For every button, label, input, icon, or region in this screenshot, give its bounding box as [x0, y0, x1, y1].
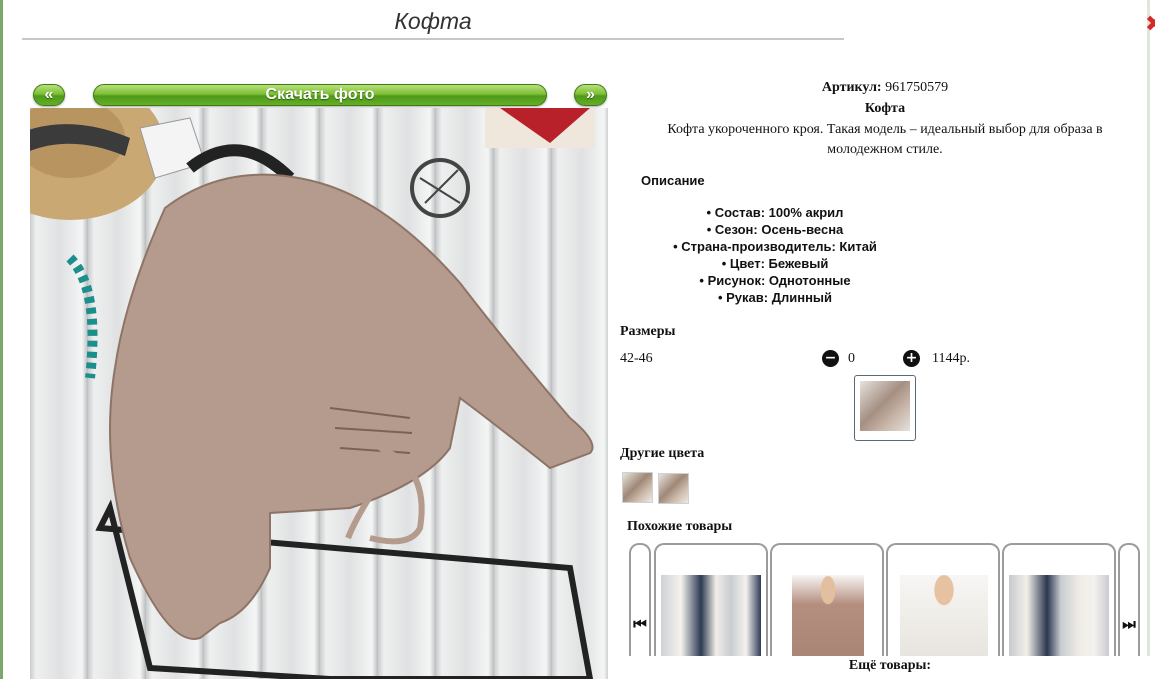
prev-photo-button[interactable]: «	[33, 84, 65, 106]
other-colors-heading: Другие цвета	[620, 446, 705, 461]
spec-item: Цвет: Бежевый	[620, 255, 930, 272]
similar-card-image	[792, 575, 864, 659]
product-photo[interactable]	[30, 108, 608, 679]
spec-item: Рисунок: Однотонные	[620, 272, 930, 289]
other-color-thumbnail[interactable]	[658, 473, 689, 504]
description-heading: Описание	[641, 173, 705, 188]
close-icon[interactable]: ✖	[1145, 12, 1155, 38]
article-value: 961750579	[885, 80, 949, 95]
product-photo-illustration	[30, 108, 595, 679]
other-color-thumbnail[interactable]	[622, 472, 653, 503]
price-value: 1144р.	[932, 351, 970, 366]
spec-item: Страна-производитель: Китай	[620, 238, 930, 255]
sizes-heading: Размеры	[620, 324, 676, 339]
title-divider	[22, 38, 844, 40]
article-label: Артикул:	[821, 80, 882, 95]
more-items-label[interactable]: Ещё товары:	[620, 656, 1155, 679]
spec-item: Сезон: Осень-весна	[620, 221, 930, 238]
quantity-value: 0	[848, 351, 855, 366]
minus-icon[interactable]: −	[822, 350, 839, 367]
similar-heading: Похожие товары	[627, 519, 733, 534]
similar-card-image	[1009, 575, 1109, 659]
left-border	[0, 0, 3, 679]
hanger-shape	[186, 144, 295, 183]
product-name: Кофта	[864, 101, 906, 116]
spec-item: Рукав: Длинный	[620, 289, 930, 306]
similar-card[interactable]	[1002, 543, 1116, 659]
plus-icon[interactable]: +	[903, 350, 920, 367]
download-photo-button[interactable]: Скачать фото	[93, 84, 547, 106]
page-title: Кофта	[394, 8, 472, 34]
spec-list: Состав: 100% акрил Сезон: Осень-весна Ст…	[620, 204, 930, 306]
similar-card[interactable]	[770, 543, 884, 659]
similar-card[interactable]	[886, 543, 1000, 659]
size-value: 42-46	[620, 351, 653, 366]
spec-item: Состав: 100% акрил	[620, 204, 930, 221]
product-description: Кофта укороченного кроя. Такая модель – …	[667, 122, 1103, 157]
size-thumbnail-image	[860, 381, 910, 431]
similar-card-image	[661, 575, 761, 659]
article-line: Артикул: 961750579	[620, 80, 1150, 96]
skip-back-icon[interactable]: ⏮	[629, 543, 651, 659]
size-thumbnail[interactable]	[854, 375, 916, 441]
skip-forward-icon[interactable]: ⏭	[1118, 543, 1140, 659]
sweater-shape	[109, 173, 594, 640]
similar-card-image	[900, 575, 988, 659]
similar-card[interactable]	[654, 543, 768, 659]
next-photo-button[interactable]: »	[574, 84, 607, 106]
